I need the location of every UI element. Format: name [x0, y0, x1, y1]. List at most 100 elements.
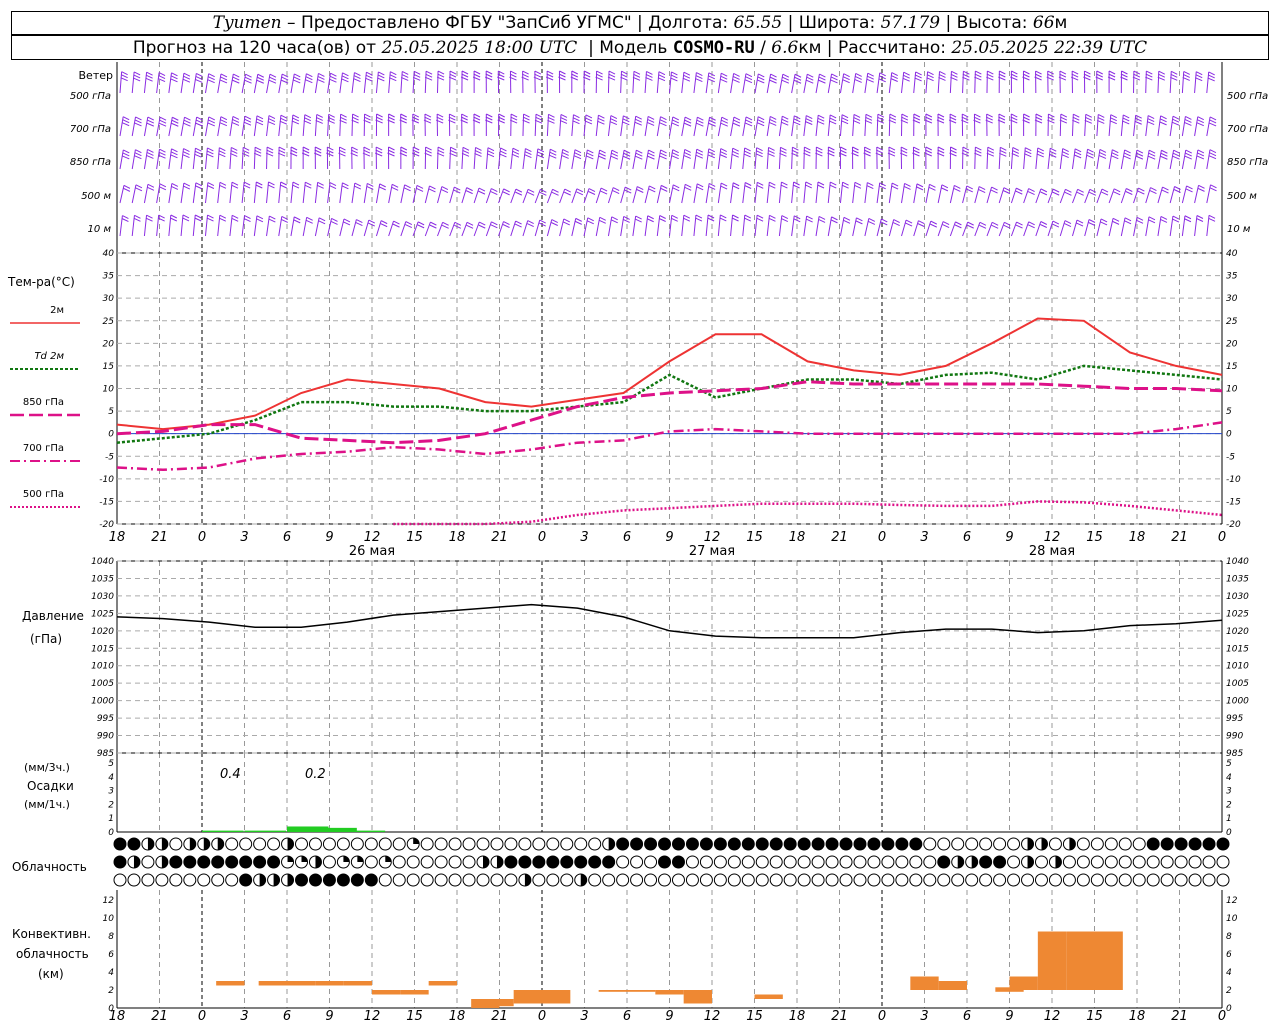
wind-barb	[901, 219, 913, 237]
wind-barb-feather	[816, 146, 823, 151]
wind-barb-feather	[1134, 120, 1142, 125]
wind-barb	[1133, 114, 1142, 137]
wind-barb	[1206, 149, 1217, 170]
wind-barb-feather	[1147, 118, 1155, 122]
wind-barb-feather	[1062, 148, 1069, 152]
y-tick-label: 40	[103, 249, 115, 259]
wind-barb-feather	[1035, 113, 1043, 118]
wind-barb-staff	[192, 117, 198, 137]
wind-barb-feather	[1099, 149, 1107, 153]
wind-barb-feather	[697, 116, 704, 121]
wind-barb	[1022, 113, 1030, 137]
wind-barb-feather	[281, 76, 289, 81]
cloud-circle	[699, 873, 713, 887]
y-tick-label: 15	[1226, 362, 1238, 372]
wind-barb-staff	[1084, 189, 1091, 204]
wind-barb-staff	[559, 188, 566, 204]
wind-barb-feather	[978, 186, 986, 190]
wind-barb-feather	[534, 70, 542, 75]
wind-barb-feather	[991, 186, 998, 191]
wind-barb-feather	[365, 77, 373, 82]
wind-barb	[253, 181, 263, 204]
wind-barb-feather	[781, 218, 789, 222]
wind-barb-feather	[231, 181, 239, 186]
wind-barb-staff	[1120, 149, 1126, 170]
wind-barb-feather	[779, 149, 787, 154]
wind-barb-feather	[587, 220, 594, 225]
wind-barb	[851, 146, 859, 170]
wind-barb-feather	[998, 73, 1006, 78]
cloud-symbol	[671, 837, 685, 851]
wind-barb-feather	[158, 122, 167, 127]
cloud-symbol	[420, 837, 434, 851]
cloud-circle	[113, 873, 127, 887]
hour-tick-label: 0	[198, 1009, 206, 1024]
cloud-circle	[113, 855, 127, 869]
wind-barb-feather	[1137, 190, 1145, 195]
wind-barb	[1181, 185, 1193, 204]
cloud-symbol	[685, 837, 699, 851]
wind-barb-feather	[720, 214, 727, 219]
cloud-symbol	[448, 855, 462, 869]
wind-barb-staff	[1157, 186, 1163, 204]
cloud-circle	[1062, 873, 1076, 887]
hour-tick-label: 21	[831, 1009, 848, 1024]
wind-barb	[546, 219, 558, 237]
wind-barb-feather	[536, 154, 545, 159]
cloud-half	[287, 874, 294, 886]
wind-barb	[973, 113, 981, 137]
wind-barb-staff	[803, 74, 808, 94]
cloud-circle	[155, 873, 169, 887]
wind-barb-staff	[1133, 217, 1138, 237]
cloud-circle	[1146, 873, 1160, 887]
hour-tick-label: 21	[831, 530, 848, 545]
wind-barb-feather	[425, 73, 433, 78]
wind-barb	[266, 215, 276, 237]
wind-barb-staff	[1010, 187, 1017, 204]
wind-barb-feather	[624, 189, 632, 194]
wind-barb-feather	[268, 115, 276, 119]
wind-barb	[595, 149, 606, 170]
wind-barb	[705, 116, 716, 137]
y-tick-label: 4	[1226, 773, 1232, 783]
wind-barb-feather	[231, 147, 238, 151]
wind-barb	[559, 149, 569, 170]
wind-barb	[448, 70, 457, 94]
wind-barb-feather	[1197, 116, 1204, 121]
wind-barb-feather	[1160, 115, 1167, 120]
wind-barb	[1035, 221, 1048, 237]
wind-barb-feather	[159, 183, 167, 188]
wind-barb-feather	[818, 216, 826, 220]
wind-barb-feather	[392, 223, 400, 228]
cloud-circle	[616, 855, 630, 869]
cloud-circle	[504, 873, 518, 887]
wind-barb-feather	[377, 77, 385, 82]
wind-barb	[644, 215, 654, 237]
wind-barb-feather	[1076, 191, 1084, 196]
cloud-half	[957, 856, 964, 868]
cloud-circle	[965, 837, 979, 851]
wind-barb-feather	[293, 79, 301, 84]
wind-barb-feather	[380, 223, 388, 228]
wind-barb-feather	[842, 76, 850, 81]
wind-barb-feather	[524, 151, 532, 155]
cloud-symbol	[281, 837, 295, 851]
wind-barb-feather	[732, 78, 740, 83]
wind-barb-feather	[1122, 120, 1130, 125]
wind-barb-feather	[843, 73, 850, 78]
wind-barb-feather	[1148, 149, 1156, 154]
wind-barb	[180, 72, 191, 94]
y-tick-label: 2	[1226, 986, 1232, 996]
wind-barb-feather	[220, 116, 228, 121]
cloud-circle	[1034, 855, 1048, 869]
wind-barb	[1023, 188, 1035, 204]
cloud-symbol	[1174, 855, 1188, 869]
wind-barb	[1096, 188, 1109, 204]
wind-barb-feather	[1052, 191, 1060, 196]
wind-barb-staff	[717, 117, 723, 137]
wind-barb	[327, 113, 335, 137]
wind-barb	[852, 114, 861, 137]
wind-barb	[472, 70, 481, 94]
cloud-circle	[113, 837, 127, 851]
wind-barb-feather	[194, 150, 202, 155]
